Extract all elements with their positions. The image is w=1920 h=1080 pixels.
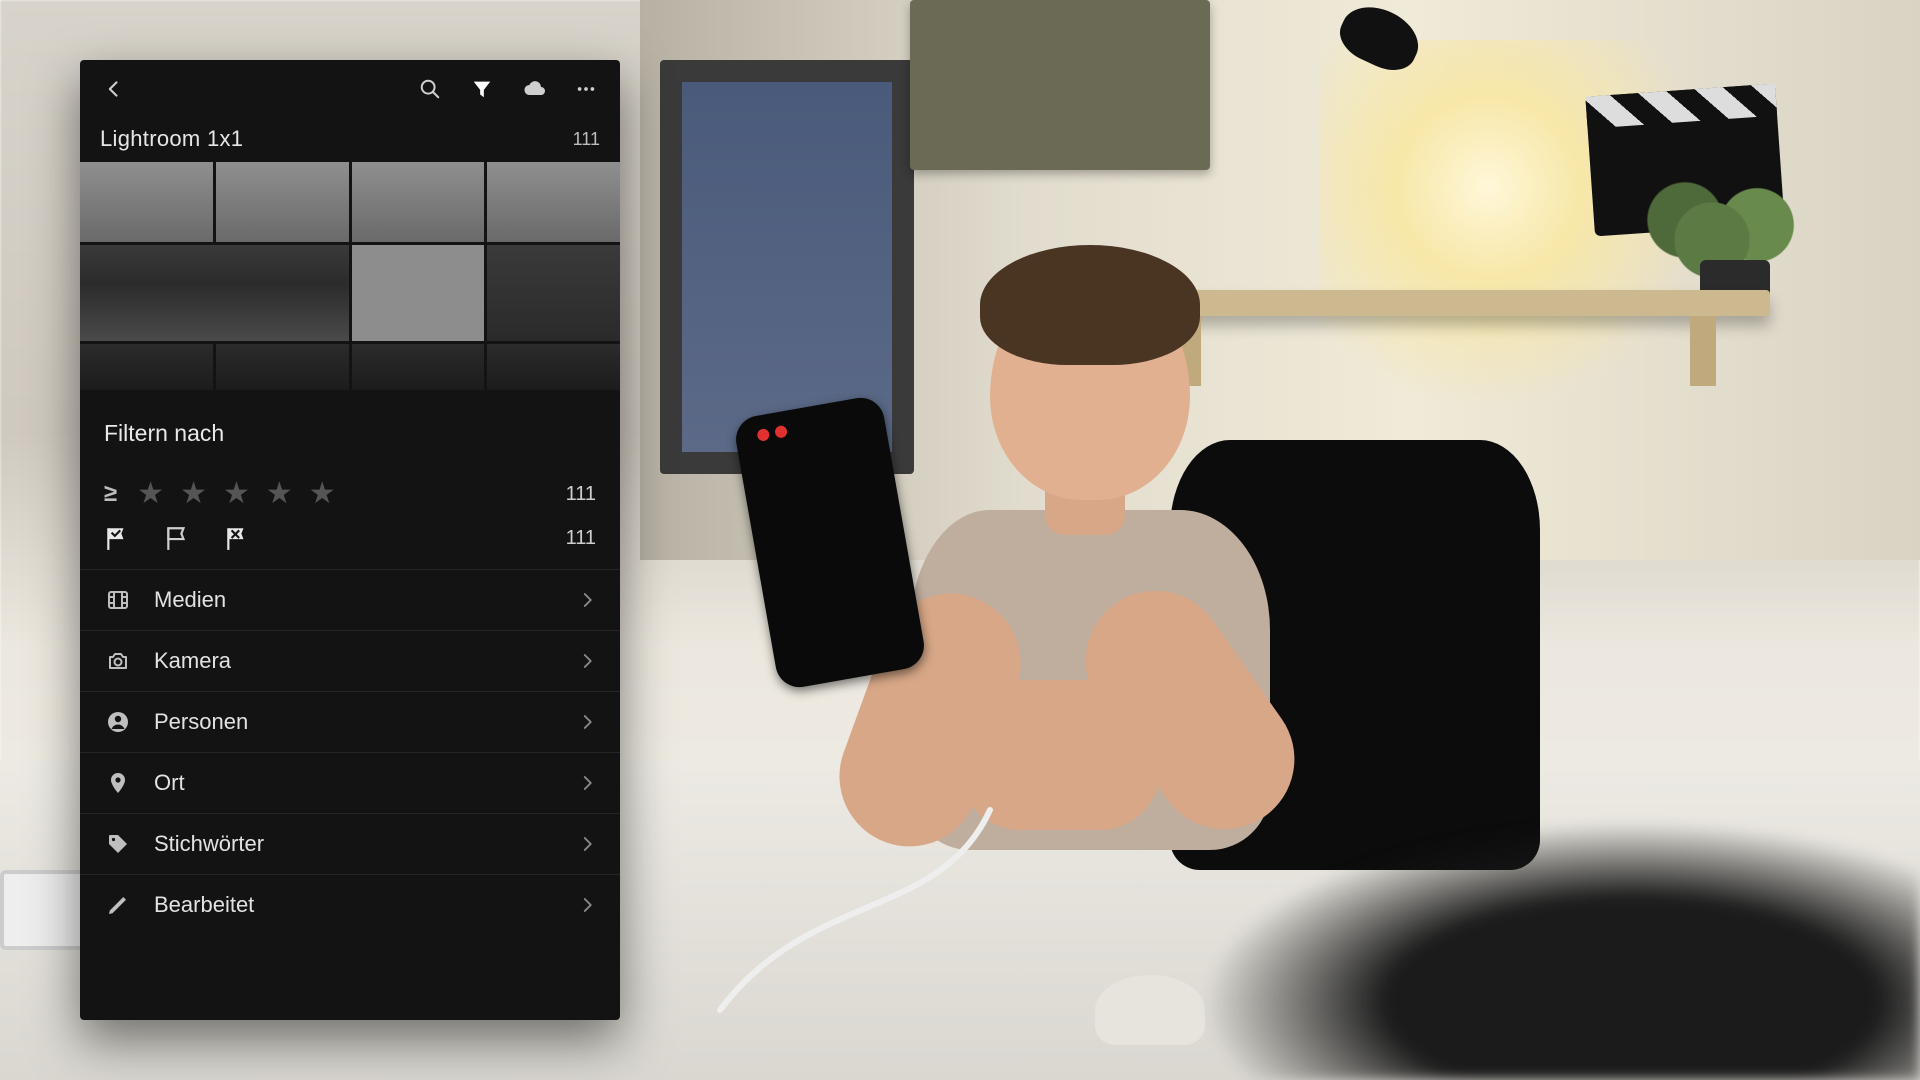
bg-foreground-blur <box>1200 820 1920 1080</box>
chevron-right-icon <box>578 774 596 792</box>
bg-cup <box>1095 975 1205 1045</box>
flag-picked-icon[interactable] <box>104 525 130 551</box>
filter-category-person[interactable]: Personen <box>80 691 620 752</box>
flag-count: 111 <box>566 527 596 550</box>
lightroom-filter-panel: Lightroom 1x1 111 Filtern nach ≥ ★ ★ ★ ★… <box>80 60 620 1020</box>
film-icon <box>104 586 132 614</box>
filter-category-label: Bearbeitet <box>154 892 578 918</box>
photo-thumbnail[interactable] <box>487 344 620 390</box>
photo-thumbnail[interactable] <box>352 344 485 390</box>
camera-icon <box>104 647 132 675</box>
pencil-icon <box>104 891 132 919</box>
album-header: Lightroom 1x1 111 <box>80 118 620 162</box>
chevron-right-icon <box>578 713 596 731</box>
chevron-right-icon <box>578 652 596 670</box>
filter-category-label: Personen <box>154 709 578 735</box>
star-icon[interactable]: ★ <box>309 479 336 509</box>
photo-thumbnail[interactable] <box>352 245 485 341</box>
flag-filter-row[interactable]: 111 <box>80 519 620 570</box>
filter-category-label: Ort <box>154 770 578 796</box>
album-count: 111 <box>573 129 600 150</box>
top-toolbar <box>80 60 620 118</box>
photo-thumbnail[interactable] <box>352 162 485 242</box>
filter-category-film[interactable]: Medien <box>80 570 620 630</box>
photo-thumbnail[interactable] <box>216 344 349 390</box>
flag-unflagged-icon[interactable] <box>164 525 190 551</box>
filter-button[interactable] <box>460 67 504 111</box>
bg-poster <box>910 0 1210 170</box>
filter-category-label: Kamera <box>154 648 578 674</box>
bg-lamp <box>1300 0 1440 140</box>
photo-thumbnail[interactable] <box>80 245 349 341</box>
pin-icon <box>104 769 132 797</box>
person-icon <box>104 708 132 736</box>
filter-category-label: Medien <box>154 587 578 613</box>
chevron-right-icon <box>578 591 596 609</box>
album-title: Lightroom 1x1 <box>100 126 243 152</box>
filter-category-pin[interactable]: Ort <box>80 752 620 813</box>
photo-thumbnail[interactable] <box>487 245 620 341</box>
rating-comparator[interactable]: ≥ <box>104 480 117 508</box>
more-button[interactable] <box>564 67 608 111</box>
star-icon[interactable]: ★ <box>223 479 250 509</box>
star-icon[interactable]: ★ <box>266 479 293 509</box>
rating-filter-row[interactable]: ≥ ★ ★ ★ ★ ★ 111 <box>80 463 620 519</box>
rating-count: 111 <box>566 483 596 506</box>
filter-category-pencil[interactable]: Bearbeitet <box>80 874 620 935</box>
filter-heading: Filtern nach <box>80 390 620 463</box>
filter-category-tag[interactable]: Stichwörter <box>80 813 620 874</box>
photo-thumbnail[interactable] <box>80 344 213 390</box>
star-icon[interactable]: ★ <box>137 479 164 509</box>
photo-thumbnail[interactable] <box>487 162 620 242</box>
photo-thumbnail[interactable] <box>216 162 349 242</box>
back-button[interactable] <box>92 67 136 111</box>
bg-shelf-bracket <box>1690 316 1716 386</box>
flag-rejected-icon[interactable] <box>224 525 250 551</box>
bg-power-adapter <box>0 870 90 950</box>
search-button[interactable] <box>408 67 452 111</box>
bg-cable <box>690 800 1110 1020</box>
star-icon[interactable]: ★ <box>180 479 207 509</box>
tag-icon <box>104 830 132 858</box>
chevron-right-icon <box>578 835 596 853</box>
filter-category-camera[interactable]: Kamera <box>80 630 620 691</box>
cloud-sync-button[interactable] <box>512 67 556 111</box>
thumbnail-grid[interactable] <box>80 162 620 390</box>
photo-thumbnail[interactable] <box>80 162 213 242</box>
chevron-right-icon <box>578 896 596 914</box>
filter-category-label: Stichwörter <box>154 831 578 857</box>
